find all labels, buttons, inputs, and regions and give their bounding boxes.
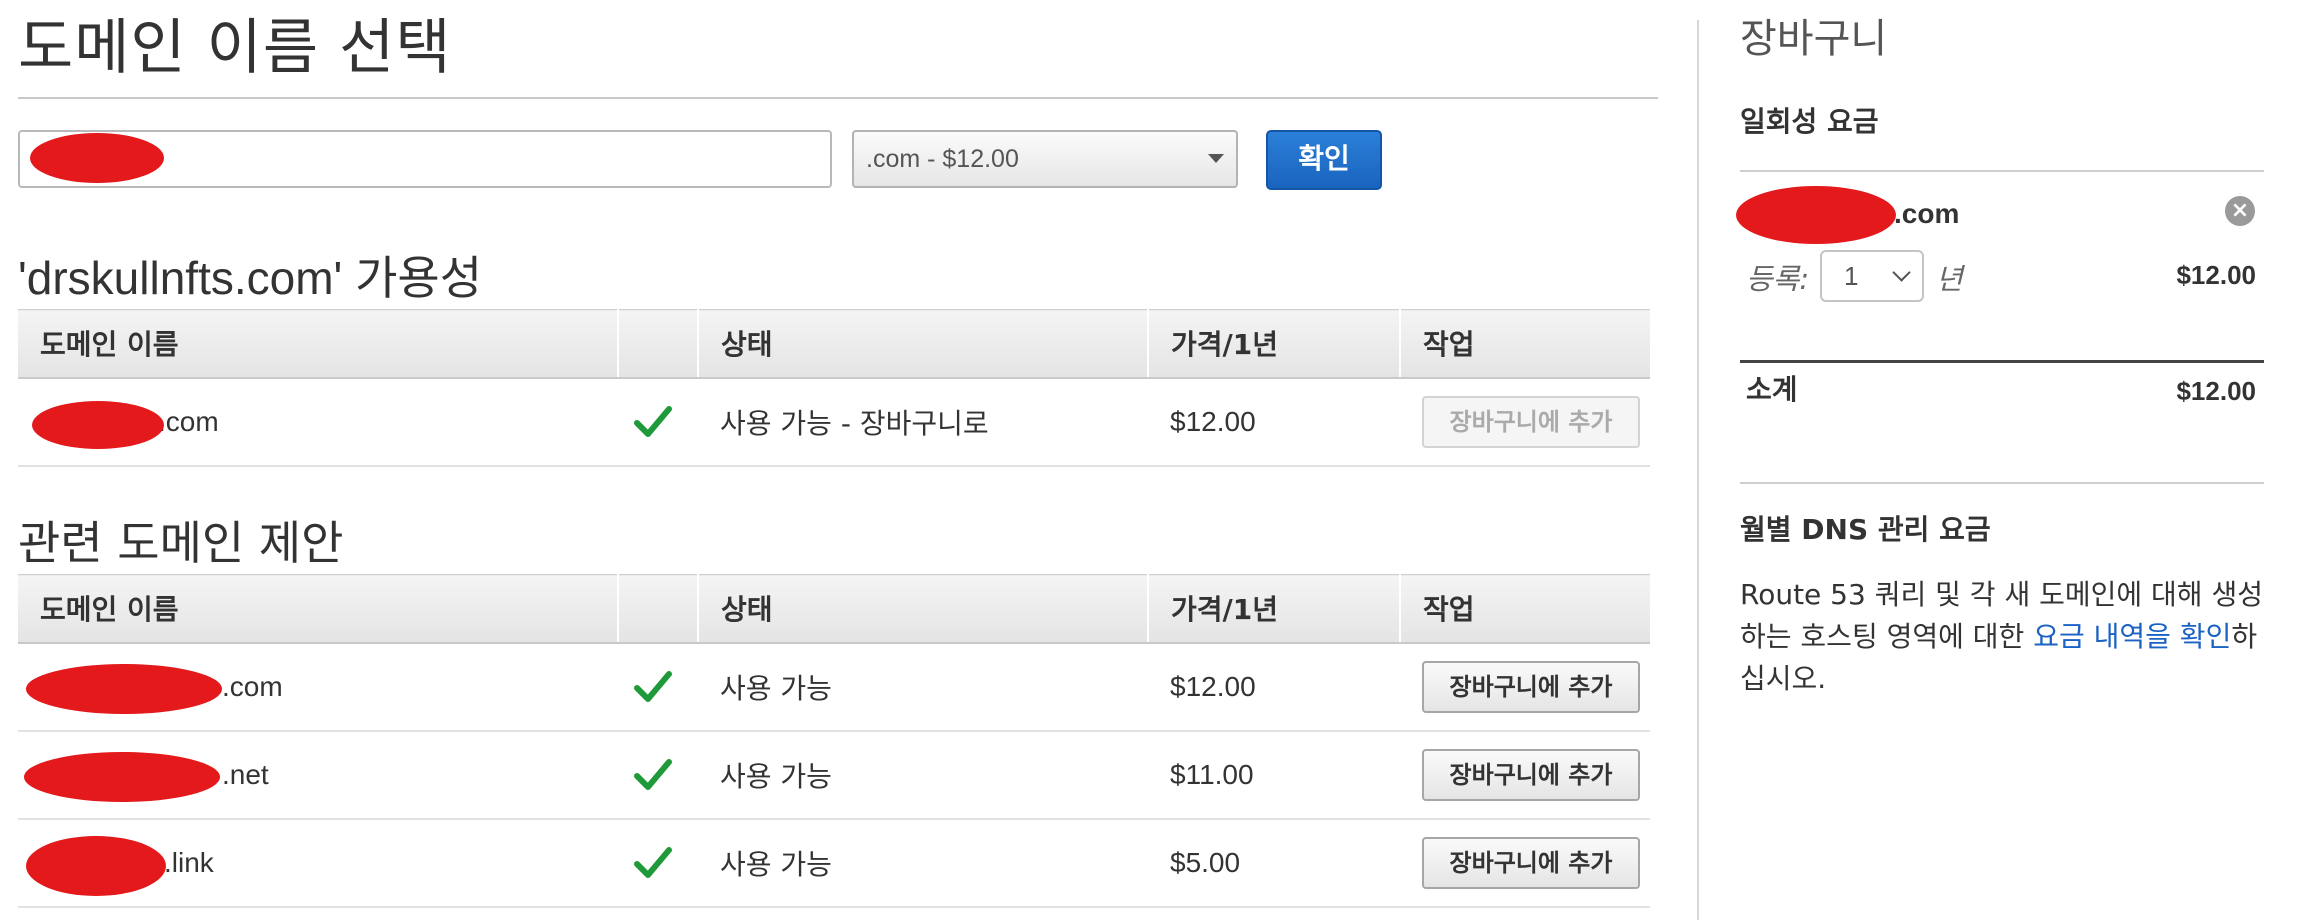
table-header-row: 도메인 이름 상태 가격/1년 작업 <box>18 309 1650 379</box>
status-cell: 사용 가능 <box>698 642 1148 732</box>
table-row: .net 사용 가능 $11.00 장바구니에 추가 <box>18 730 1650 820</box>
table-row: .link 사용 가능 $5.00 장바구니에 추가 <box>18 818 1650 908</box>
domain-suffix: .com <box>222 670 283 702</box>
check-cell <box>618 818 698 908</box>
status-cell: 사용 가능 - 장바구니로 <box>698 377 1148 467</box>
status-cell: 사용 가능 <box>698 818 1148 908</box>
panel-divider <box>1697 20 1699 920</box>
suggestions-table: 도메인 이름 상태 가격/1년 작업 .com 사용 가능 $12.00 장바구… <box>18 574 1650 908</box>
check-cell <box>618 642 698 732</box>
divider <box>1740 482 2264 484</box>
subtotal-value: $12.00 <box>2176 376 2256 406</box>
redaction-mark <box>24 751 220 802</box>
action-cell: 장바구니에 추가 <box>1400 377 1650 467</box>
cart-title: 장바구니 <box>1740 16 1888 62</box>
price-cell: $12.00 <box>1148 377 1400 467</box>
col-domain-header: 도메인 이름 <box>18 574 618 644</box>
col-action-header: 작업 <box>1399 574 1650 644</box>
redaction-mark <box>32 400 164 449</box>
cart-item-price: $12.00 <box>2176 260 2256 290</box>
table-row: .com 사용 가능 $12.00 장바구니에 추가 <box>18 642 1650 732</box>
title-divider <box>18 97 1658 99</box>
check-icon <box>634 670 672 702</box>
table-header-row: 도메인 이름 상태 가격/1년 작업 <box>18 574 1650 644</box>
years-unit-label: 년 <box>1936 262 1963 296</box>
availability-table: 도메인 이름 상태 가격/1년 작업 .com 사용 가능 - 장바구니로 $1… <box>18 309 1650 467</box>
col-domain-header: 도메인 이름 <box>18 309 618 379</box>
remove-icon[interactable]: × <box>2225 196 2255 226</box>
action-cell: 장바구니에 추가 <box>1400 642 1650 732</box>
domain-suffix: .link <box>164 846 214 878</box>
redaction-mark <box>26 663 222 714</box>
page-title: 도메인 이름 선택 <box>18 13 452 83</box>
check-icon <box>634 405 672 437</box>
col-status-header: 상태 <box>697 309 1148 379</box>
one-time-fee-heading: 일회성 요금 <box>1740 105 1879 138</box>
col-price-header: 가격/1년 <box>1147 309 1400 379</box>
redaction-mark <box>30 133 164 183</box>
add-to-cart-button: 장바구니에 추가 <box>1422 395 1640 448</box>
check-cell <box>618 730 698 820</box>
suggestions-title: 관련 도메인 제안 <box>18 516 344 570</box>
table-row: .com 사용 가능 - 장바구니로 $12.00 장바구니에 추가 <box>18 377 1650 467</box>
col-action-header: 작업 <box>1399 309 1650 379</box>
add-to-cart-button[interactable]: 장바구니에 추가 <box>1422 836 1640 889</box>
action-cell: 장바구니에 추가 <box>1400 730 1650 820</box>
tld-select-value: .com - $12.00 <box>866 145 1019 173</box>
domain-suffix: .com <box>158 405 219 437</box>
domain-cell: .net <box>18 730 618 820</box>
check-icon <box>634 758 672 790</box>
redaction-mark <box>26 835 166 896</box>
cart-item-domain-suffix: .com <box>1894 198 1960 229</box>
subtotal-label: 소계 <box>1746 373 1798 406</box>
price-cell: $5.00 <box>1148 818 1400 908</box>
redaction-mark <box>1736 186 1896 244</box>
domain-cell: .com <box>18 377 618 467</box>
divider <box>1740 170 2264 172</box>
check-cell <box>618 377 698 467</box>
subtotal-divider <box>1740 360 2264 363</box>
price-cell: $11.00 <box>1148 730 1400 820</box>
dns-fee-description: Route 53 쿼리 및 각 새 도메인에 대해 생성하는 호스팅 영역에 대… <box>1740 578 2263 695</box>
domain-selection-panel: 도메인 이름 선택 .com - $12.00 확인 'drskullnfts.… <box>18 0 1658 920</box>
domain-cell: .com <box>18 642 618 732</box>
confirm-button[interactable]: 확인 <box>1266 130 1382 190</box>
add-to-cart-button[interactable]: 장바구니에 추가 <box>1422 660 1640 713</box>
years-value: 1 <box>1844 261 1859 291</box>
price-cell: $12.00 <box>1148 642 1400 732</box>
status-cell: 사용 가능 <box>698 730 1148 820</box>
domain-search-input[interactable] <box>18 130 832 188</box>
caret-down-icon <box>1208 154 1224 163</box>
shopping-cart-panel: 장바구니 일회성 요금 .com × 등록: 1 년 $12.00 소계 $12… <box>1736 0 2264 920</box>
pricing-details-link[interactable]: 요금 내역을 확인 <box>2033 620 2231 653</box>
registration-years-select[interactable]: 1 <box>1820 250 1924 302</box>
check-icon <box>634 846 672 878</box>
chevron-down-icon <box>1892 263 1911 282</box>
col-status-header: 상태 <box>697 574 1148 644</box>
col-check-header <box>617 309 698 379</box>
domain-cell: .link <box>18 818 618 908</box>
registration-label: 등록: <box>1746 262 1810 296</box>
monthly-dns-fee-heading: 월별 DNS 관리 요금 <box>1740 513 1991 546</box>
col-check-header <box>617 574 698 644</box>
domain-suffix: .net <box>222 758 269 790</box>
add-to-cart-button[interactable]: 장바구니에 추가 <box>1422 748 1640 801</box>
action-cell: 장바구니에 추가 <box>1400 818 1650 908</box>
tld-select[interactable]: .com - $12.00 <box>852 130 1238 188</box>
availability-title: 'drskullnfts.com' 가용성 <box>18 252 483 304</box>
col-price-header: 가격/1년 <box>1147 574 1400 644</box>
